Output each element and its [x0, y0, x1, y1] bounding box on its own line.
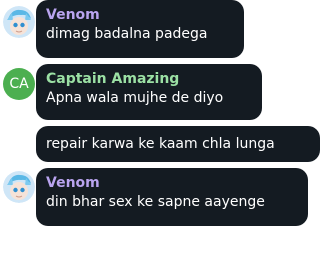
message-bubble[interactable]: Venom din bhar sex ke sapne aayenge: [36, 168, 308, 226]
author-name[interactable]: Captain Amazing: [46, 71, 252, 87]
captain-amazing-avatar[interactable]: CA: [3, 68, 35, 100]
venom-avatar-icon[interactable]: [3, 6, 35, 38]
author-name[interactable]: Venom: [46, 7, 234, 23]
message-text: Apna wala mujhe de diyo: [46, 90, 224, 106]
message-text: repair karwa ke kaam chla lunga: [46, 136, 275, 152]
message-bubble[interactable]: Venom dimag badalna padega: [36, 0, 244, 58]
message-text: din bhar sex ke sapne aayenge: [46, 194, 265, 210]
message-text: dimag badalna padega: [46, 26, 208, 42]
venom-avatar-icon[interactable]: [3, 171, 35, 203]
message-bubble[interactable]: repair karwa ke kaam chla lunga: [36, 126, 320, 162]
author-name[interactable]: Venom: [46, 175, 298, 191]
message-bubble[interactable]: Captain Amazing Apna wala mujhe de diyo: [36, 64, 262, 120]
